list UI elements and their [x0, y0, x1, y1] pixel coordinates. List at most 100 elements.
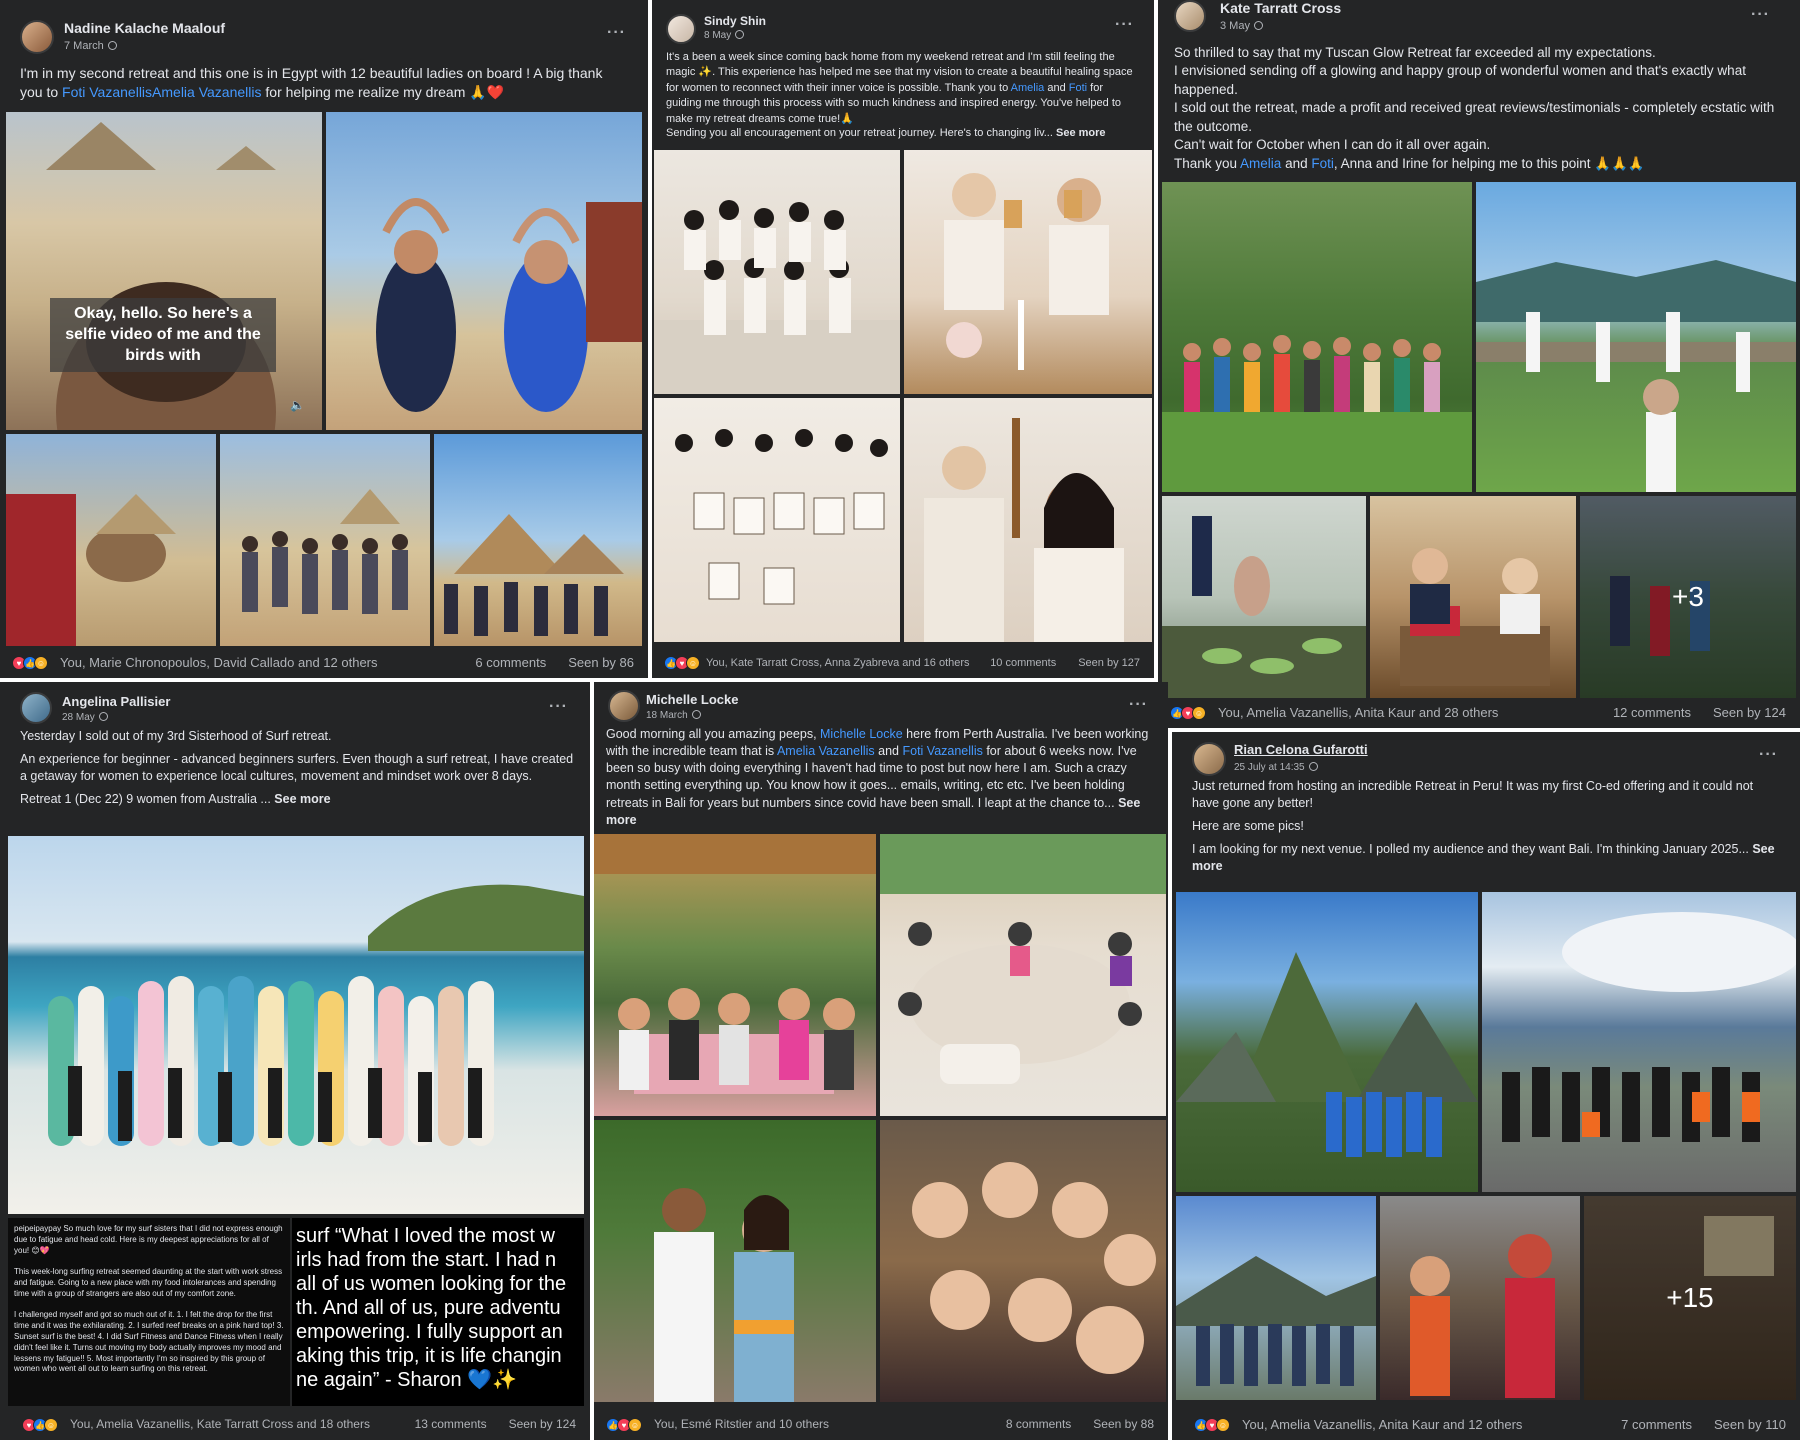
globe-icon — [107, 41, 117, 50]
post-date[interactable]: 7 March — [64, 40, 117, 52]
avatar[interactable] — [1174, 0, 1206, 32]
post-photo[interactable]: +3 — [1580, 496, 1796, 698]
comments-count[interactable]: 12 comments — [1613, 705, 1691, 720]
comments-count[interactable]: 6 comments — [475, 655, 546, 670]
reactions-summary[interactable]: You, Amelia Vazanellis, Anita Kaur and 1… — [1242, 1417, 1522, 1432]
post-photo[interactable] — [904, 398, 1152, 642]
more-options-icon[interactable]: ··· — [607, 24, 626, 42]
post-photo[interactable] — [594, 834, 876, 1116]
post-photo[interactable] — [326, 112, 642, 430]
post-date[interactable]: 8 May — [704, 30, 745, 41]
post-photo[interactable] — [1482, 892, 1796, 1192]
reactions-summary[interactable]: You, Kate Tarratt Cross, Anna Zyabreva a… — [706, 657, 970, 669]
post-photo[interactable] — [880, 1120, 1166, 1402]
post-photo[interactable] — [1380, 1196, 1580, 1400]
post-text-line: I envisioned sending off a glowing and h… — [1174, 63, 1746, 97]
comments-count[interactable]: 10 comments — [990, 657, 1056, 669]
post-photo[interactable] — [904, 150, 1152, 394]
post-photo[interactable] — [880, 834, 1166, 1116]
avatar[interactable] — [608, 690, 640, 722]
post-photo[interactable] — [1476, 182, 1796, 492]
seen-by-count[interactable]: Seen by 124 — [1713, 705, 1786, 720]
author-name[interactable]: Angelina Pallisier — [62, 694, 170, 709]
post-photo[interactable] — [1176, 1196, 1376, 1400]
more-options-icon[interactable]: ··· — [1115, 16, 1134, 34]
quote-line: irls had from the start. I had n — [296, 1249, 557, 1271]
post-text: Good morning all you amazing peeps, Mich… — [606, 727, 1149, 827]
more-options-icon[interactable]: ··· — [549, 698, 568, 716]
seen-by-count[interactable]: Seen by 124 — [509, 1417, 576, 1431]
reactions-summary[interactable]: You, Amelia Vazanellis, Kate Tarratt Cro… — [70, 1417, 370, 1431]
post-card-kate: Kate Tarratt Cross 3 May ··· So thrilled… — [1158, 0, 1800, 728]
reaction-icons[interactable]: 👍 ♥ ☺ — [1194, 1418, 1230, 1432]
more-options-icon[interactable]: ··· — [1759, 746, 1778, 764]
post-date[interactable]: 28 May — [62, 712, 108, 723]
avatar[interactable] — [20, 20, 54, 54]
post-photo[interactable]: +15 — [1584, 1196, 1796, 1400]
seen-by-count[interactable]: Seen by 88 — [1093, 1417, 1154, 1431]
post-text-line: Can't wait for October when I can do it … — [1174, 137, 1491, 153]
post-paragraph: An experience for beginner - advanced be… — [20, 751, 574, 783]
avatar[interactable] — [666, 14, 696, 44]
quote-line: aking this trip, it is life changin — [296, 1345, 562, 1367]
post-photo[interactable] — [6, 434, 216, 646]
author-name[interactable]: Rian Celona Gufarotti — [1234, 742, 1368, 757]
post-photo[interactable] — [654, 150, 900, 394]
seen-by-count[interactable]: Seen by 86 — [568, 655, 634, 670]
comments-count[interactable]: 7 comments — [1621, 1417, 1692, 1432]
seen-by-count[interactable]: Seen by 110 — [1714, 1417, 1786, 1432]
care-reaction-icon: ☺ — [628, 1418, 642, 1432]
reactions-summary[interactable]: You, Marie Chronopoulos, David Callado a… — [60, 655, 378, 670]
more-options-icon[interactable]: ··· — [1129, 696, 1148, 714]
care-reaction-icon: ☺ — [686, 656, 700, 670]
avatar[interactable] — [1192, 742, 1226, 776]
comments-count[interactable]: 13 comments — [415, 1417, 487, 1431]
reaction-icons[interactable]: 👍 ♥ ☺ — [664, 656, 700, 670]
quote-line: surf “What I loved the most w — [296, 1225, 555, 1247]
reaction-icons[interactable]: ♥ 👍 ☺ — [22, 1418, 58, 1432]
care-reaction-icon: ☺ — [44, 1418, 58, 1432]
post-photo[interactable] — [8, 836, 584, 1214]
post-paragraph: Here are some pics! — [1192, 818, 1304, 833]
post-date[interactable]: 25 July at 14:35 — [1234, 762, 1318, 773]
post-card-rian: Rian Celona Gufarotti 25 July at 14:35 ·… — [1172, 732, 1800, 1440]
reaction-icons[interactable]: ♥ 👍 ☺ — [12, 656, 48, 670]
speaker-icon[interactable]: 🔈 — [290, 398, 305, 412]
post-card-nadine: Nadine Kalache Maalouf 7 March ··· I'm i… — [0, 0, 648, 678]
post-footer: ♥ 👍 ☺ You, Marie Chronopoulos, David Calla… — [0, 648, 648, 678]
seen-by-count[interactable]: Seen by 127 — [1078, 657, 1140, 669]
post-photo[interactable] — [220, 434, 430, 646]
post-photo[interactable] — [654, 398, 900, 642]
avatar[interactable] — [20, 692, 52, 724]
post-text-more: Sending you all encouragement on your re… — [666, 127, 1106, 139]
reaction-icons[interactable]: 👍 ♥ ☺ — [606, 1418, 642, 1432]
post-date[interactable]: 3 May — [1220, 20, 1263, 32]
post-video[interactable]: Okay, hello. So here's a selfie video of… — [6, 112, 322, 430]
post-photo[interactable] — [434, 434, 642, 646]
post-photo[interactable] — [1162, 182, 1472, 492]
author-name[interactable]: Nadine Kalache Maalouf — [64, 20, 225, 36]
post-footer: 👍 ♥ ☺ You, Amelia Vazanellis, Anita Kaur a… — [1158, 698, 1800, 728]
post-photo[interactable] — [1370, 496, 1576, 698]
more-photos-count[interactable]: +15 — [1584, 1196, 1796, 1400]
post-date[interactable]: 18 March — [646, 710, 701, 721]
comments-count[interactable]: 8 comments — [1006, 1417, 1071, 1431]
more-options-icon[interactable]: ··· — [1751, 6, 1770, 24]
post-paragraph: I am looking for my next venue. I polled… — [1192, 841, 1775, 873]
post-photo[interactable] — [1162, 496, 1366, 698]
post-paragraph: Just returned from hosting an incredible… — [1192, 779, 1754, 810]
post-card-sindy: Sindy Shin 8 May ··· It's a been a week … — [652, 0, 1154, 678]
reaction-icons[interactable]: 👍 ♥ ☺ — [1170, 706, 1206, 720]
more-photos-count[interactable]: +3 — [1580, 496, 1796, 698]
author-name[interactable]: Kate Tarratt Cross — [1220, 0, 1341, 16]
reactions-summary[interactable]: You, Esmé Ritstier and 10 others — [654, 1417, 829, 1431]
post-card-angelina: Angelina Pallisier 28 May ··· Yesterday … — [0, 682, 590, 1440]
reactions-summary[interactable]: You, Amelia Vazanellis, Anita Kaur and 2… — [1218, 705, 1498, 720]
post-text: Yesterday I sold out of my 3rd Sisterhoo… — [20, 728, 576, 814]
author-name[interactable]: Sindy Shin — [704, 14, 766, 28]
post-card-michelle: Michelle Locke 18 March ··· Good morning… — [594, 682, 1168, 1440]
post-photo[interactable] — [594, 1120, 876, 1402]
post-paragraph: Retreat 1 (Dec 22) 9 women from Australi… — [20, 791, 331, 806]
post-photo[interactable] — [1176, 892, 1478, 1192]
author-name[interactable]: Michelle Locke — [646, 692, 738, 707]
